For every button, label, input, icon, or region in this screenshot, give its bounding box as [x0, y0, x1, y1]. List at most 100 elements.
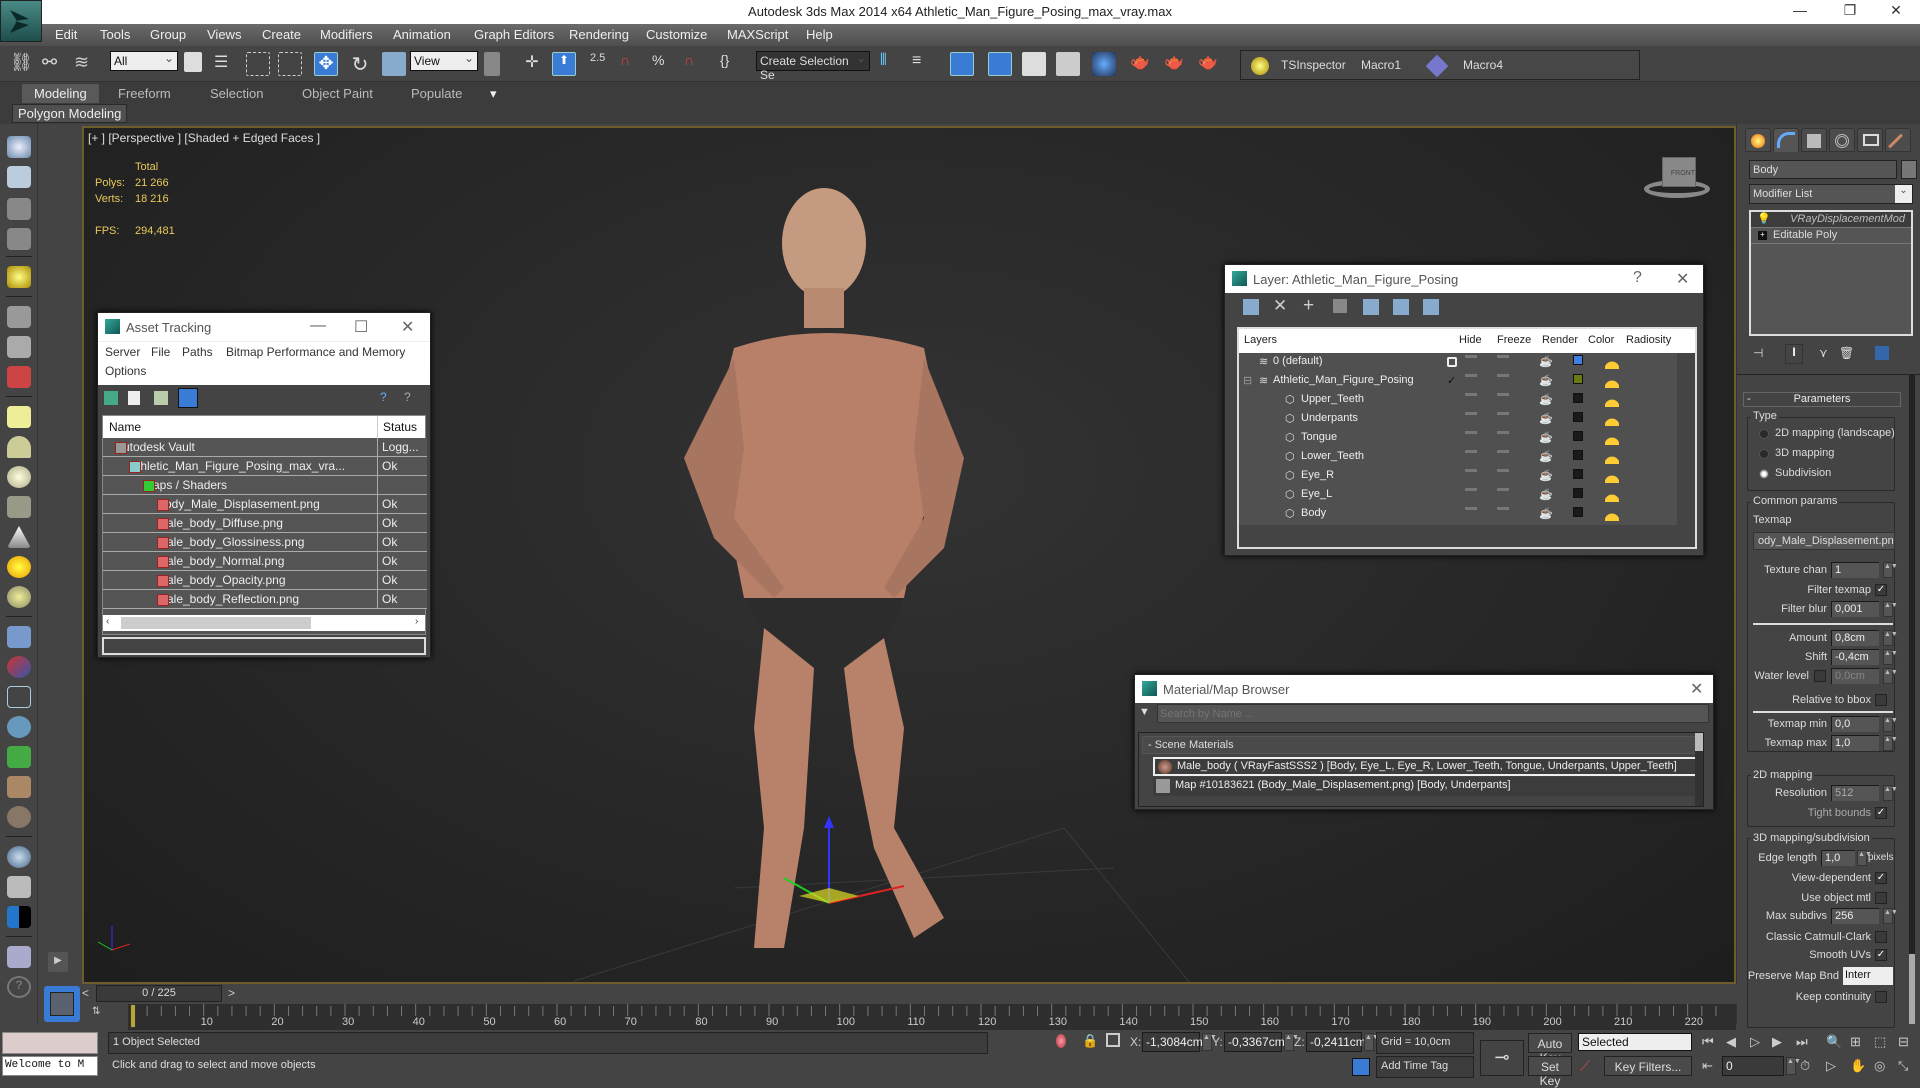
scene-explorer-icon[interactable] [988, 52, 1012, 76]
mesh-light-icon[interactable] [7, 496, 31, 518]
use-object-mtl-checkbox[interactable] [1875, 892, 1887, 904]
create-tab-icon[interactable] [1745, 128, 1771, 152]
spinner-arrows[interactable]: ▲▼ [1883, 562, 1898, 578]
pin-stack-icon[interactable]: ⊣ [1753, 346, 1763, 360]
selection-filter-dropdown[interactable]: All [110, 51, 178, 71]
radio-3d-mapping[interactable] [1759, 449, 1769, 459]
render-teapot-icon[interactable]: ☕ [1539, 355, 1553, 368]
scroll-right-icon[interactable]: › [415, 616, 418, 627]
displacement-icon[interactable] [7, 716, 31, 738]
radiosity-sun-icon[interactable] [1605, 469, 1619, 483]
layer-row[interactable]: ⬡ Eye_R ☕ [1239, 467, 1675, 486]
select-by-name-icon[interactable]: ☰ [214, 52, 238, 76]
spinner-arrows[interactable]: ▲▼ [1202, 1033, 1217, 1051]
edit-named-selection-icon[interactable]: {} [720, 52, 744, 76]
zoom-all-icon[interactable]: ⊞ [1850, 1034, 1861, 1050]
render-teapot-icon[interactable]: ☕ [1539, 488, 1553, 501]
freeze-toggle[interactable] [1497, 450, 1509, 453]
stack-item-vray-displacement[interactable]: 💡 VRayDisplacementMod [1751, 212, 1911, 228]
ribbon-tab-populate[interactable]: Populate [411, 86, 462, 101]
asset-tracking-titlebar[interactable]: Asset Tracking — ☐ ✕ [98, 313, 430, 341]
texture-chan-spinner[interactable]: 1 [1831, 562, 1879, 578]
freeze-toggle[interactable] [1497, 488, 1509, 491]
menu-animation[interactable]: Animation [393, 27, 451, 42]
manipulate-icon[interactable]: ✛ [520, 52, 544, 76]
ribbon-options-icon[interactable]: ▾ [490, 86, 497, 102]
ribbon-tab-selection[interactable]: Selection [210, 86, 263, 101]
keyboard-shortcut-override-icon[interactable]: ⬆ [552, 52, 576, 76]
zoom-extents-icon[interactable]: ⬚ [1874, 1034, 1886, 1050]
reference-coordinate-dropdown[interactable]: View [410, 51, 478, 71]
help-button[interactable]: ? [1633, 269, 1642, 287]
layer-color-swatch[interactable] [1573, 488, 1583, 498]
menu-paths[interactable]: Paths [182, 345, 213, 359]
ribbon-tab-object-paint[interactable]: Object Paint [302, 86, 373, 101]
close-button[interactable]: ✕ [1690, 679, 1703, 699]
edge-length-spinner[interactable]: 1,0 [1821, 850, 1855, 866]
search-input[interactable] [1157, 704, 1709, 723]
hide-toggle[interactable] [1465, 412, 1477, 415]
isolate-selection-icon[interactable] [1056, 1034, 1066, 1048]
snaps-toggle-icon[interactable]: 2.5 [590, 52, 614, 76]
keep-continuity-checkbox[interactable] [1875, 991, 1887, 1003]
minimize-button[interactable]: — [1780, 2, 1820, 18]
spinner-arrows[interactable]: ▲▼ [1883, 668, 1898, 684]
current-layer-checkmark-icon[interactable]: ✓ [1447, 374, 1456, 387]
texmap-max-spinner[interactable]: 1,0 [1831, 735, 1879, 751]
maximize-viewport-icon[interactable]: ⤡ [1898, 1058, 1908, 1074]
layer-color-swatch[interactable] [1573, 431, 1583, 441]
open-mini-curve-editor-icon[interactable]: ⇅ [92, 1006, 112, 1026]
default-tangent-icon[interactable]: ⟋ [1580, 1058, 1590, 1075]
asset-row[interactable]: Male_body_Diffuse.png Ok [103, 514, 427, 533]
context-help-icon[interactable]: ? [404, 390, 418, 404]
show-end-result-icon[interactable]: I [1785, 344, 1803, 364]
render-teapot-icon[interactable]: ☕ [1539, 450, 1553, 463]
hide-toggle[interactable] [1465, 393, 1477, 396]
menu-maxscript[interactable]: MAXScript [727, 27, 788, 42]
ribbon-tab-modeling[interactable]: Modeling [22, 84, 99, 103]
collapse-icon[interactable]: ⊟ [1243, 374, 1252, 387]
track-bar[interactable]: 0102030405060708090100110120130140150160… [128, 1004, 1736, 1030]
expand-toolbar-icon[interactable]: ▶ [48, 952, 68, 972]
layer-row[interactable]: ⊟ ≋ Athletic_Man_Figure_Posing ✓ ☕ [1239, 372, 1675, 391]
layer-row[interactable]: ⬡ Tongue ☕ [1239, 429, 1675, 448]
add-to-layer-icon[interactable]: + [1303, 295, 1314, 317]
freeze-toggle[interactable] [1497, 507, 1509, 510]
layer-row[interactable]: ⬡ Underpants ☕ [1239, 410, 1675, 429]
sphere-light-icon[interactable] [7, 466, 31, 488]
freeze-toggle[interactable] [1497, 374, 1509, 377]
x-coordinate-field[interactable]: -1,3084cm [1142, 1032, 1203, 1052]
freeze-toggle[interactable] [1497, 469, 1509, 472]
maximize-button[interactable]: ☐ [354, 317, 368, 337]
display-tab-icon[interactable] [1857, 128, 1883, 152]
hide-toggle[interactable] [1465, 431, 1477, 434]
asset-row[interactable]: Athletic_Man_Figure_Posing_max_vra... Ok [103, 457, 427, 476]
stack-item-editable-poly[interactable]: + Editable Poly [1751, 228, 1911, 244]
browser-options-icon[interactable]: ▼ [1139, 706, 1150, 718]
hide-toggle[interactable] [1465, 374, 1477, 377]
menu-create[interactable]: Create [262, 27, 301, 42]
hide-toggle[interactable] [1465, 355, 1477, 358]
next-key-icon[interactable]: ▶︎ [1772, 1034, 1782, 1050]
spinner-arrows[interactable]: ▲▼ [1364, 1033, 1379, 1051]
key-mode-toggle-icon[interactable]: ⇤ [1702, 1058, 1713, 1074]
menu-group[interactable]: Group [150, 27, 186, 42]
asset-row[interactable]: Male_body_Glossiness.png Ok [103, 533, 427, 552]
time-tag-icon[interactable] [1352, 1058, 1370, 1076]
texmap-min-spinner[interactable]: 0,0 [1831, 716, 1879, 732]
menu-customize[interactable]: Customize [646, 27, 707, 42]
absolute-mode-icon[interactable] [1106, 1033, 1120, 1047]
freeze-unfreeze-all-icon[interactable] [1423, 299, 1439, 315]
fur-icon[interactable] [7, 626, 31, 648]
vertical-scrollbar[interactable] [1695, 733, 1703, 806]
play-icon[interactable]: ▷ [1750, 1034, 1760, 1050]
previous-frame-button[interactable]: < [82, 986, 89, 1000]
layer-row[interactable]: ⬡ Eye_L ☕ [1239, 486, 1675, 505]
dome-light-icon[interactable] [7, 436, 31, 458]
classic-catmull-clark-checkbox[interactable] [1875, 931, 1887, 943]
asset-row[interactable]: Autodesk Vault Logg... [103, 438, 427, 457]
amount-spinner[interactable]: 0,8cm [1831, 630, 1879, 646]
modifier-list-dropdown[interactable]: Modifier List [1749, 184, 1913, 204]
hide-unhide-all-icon[interactable] [1393, 299, 1409, 315]
radio-2d-mapping[interactable] [1759, 429, 1769, 439]
